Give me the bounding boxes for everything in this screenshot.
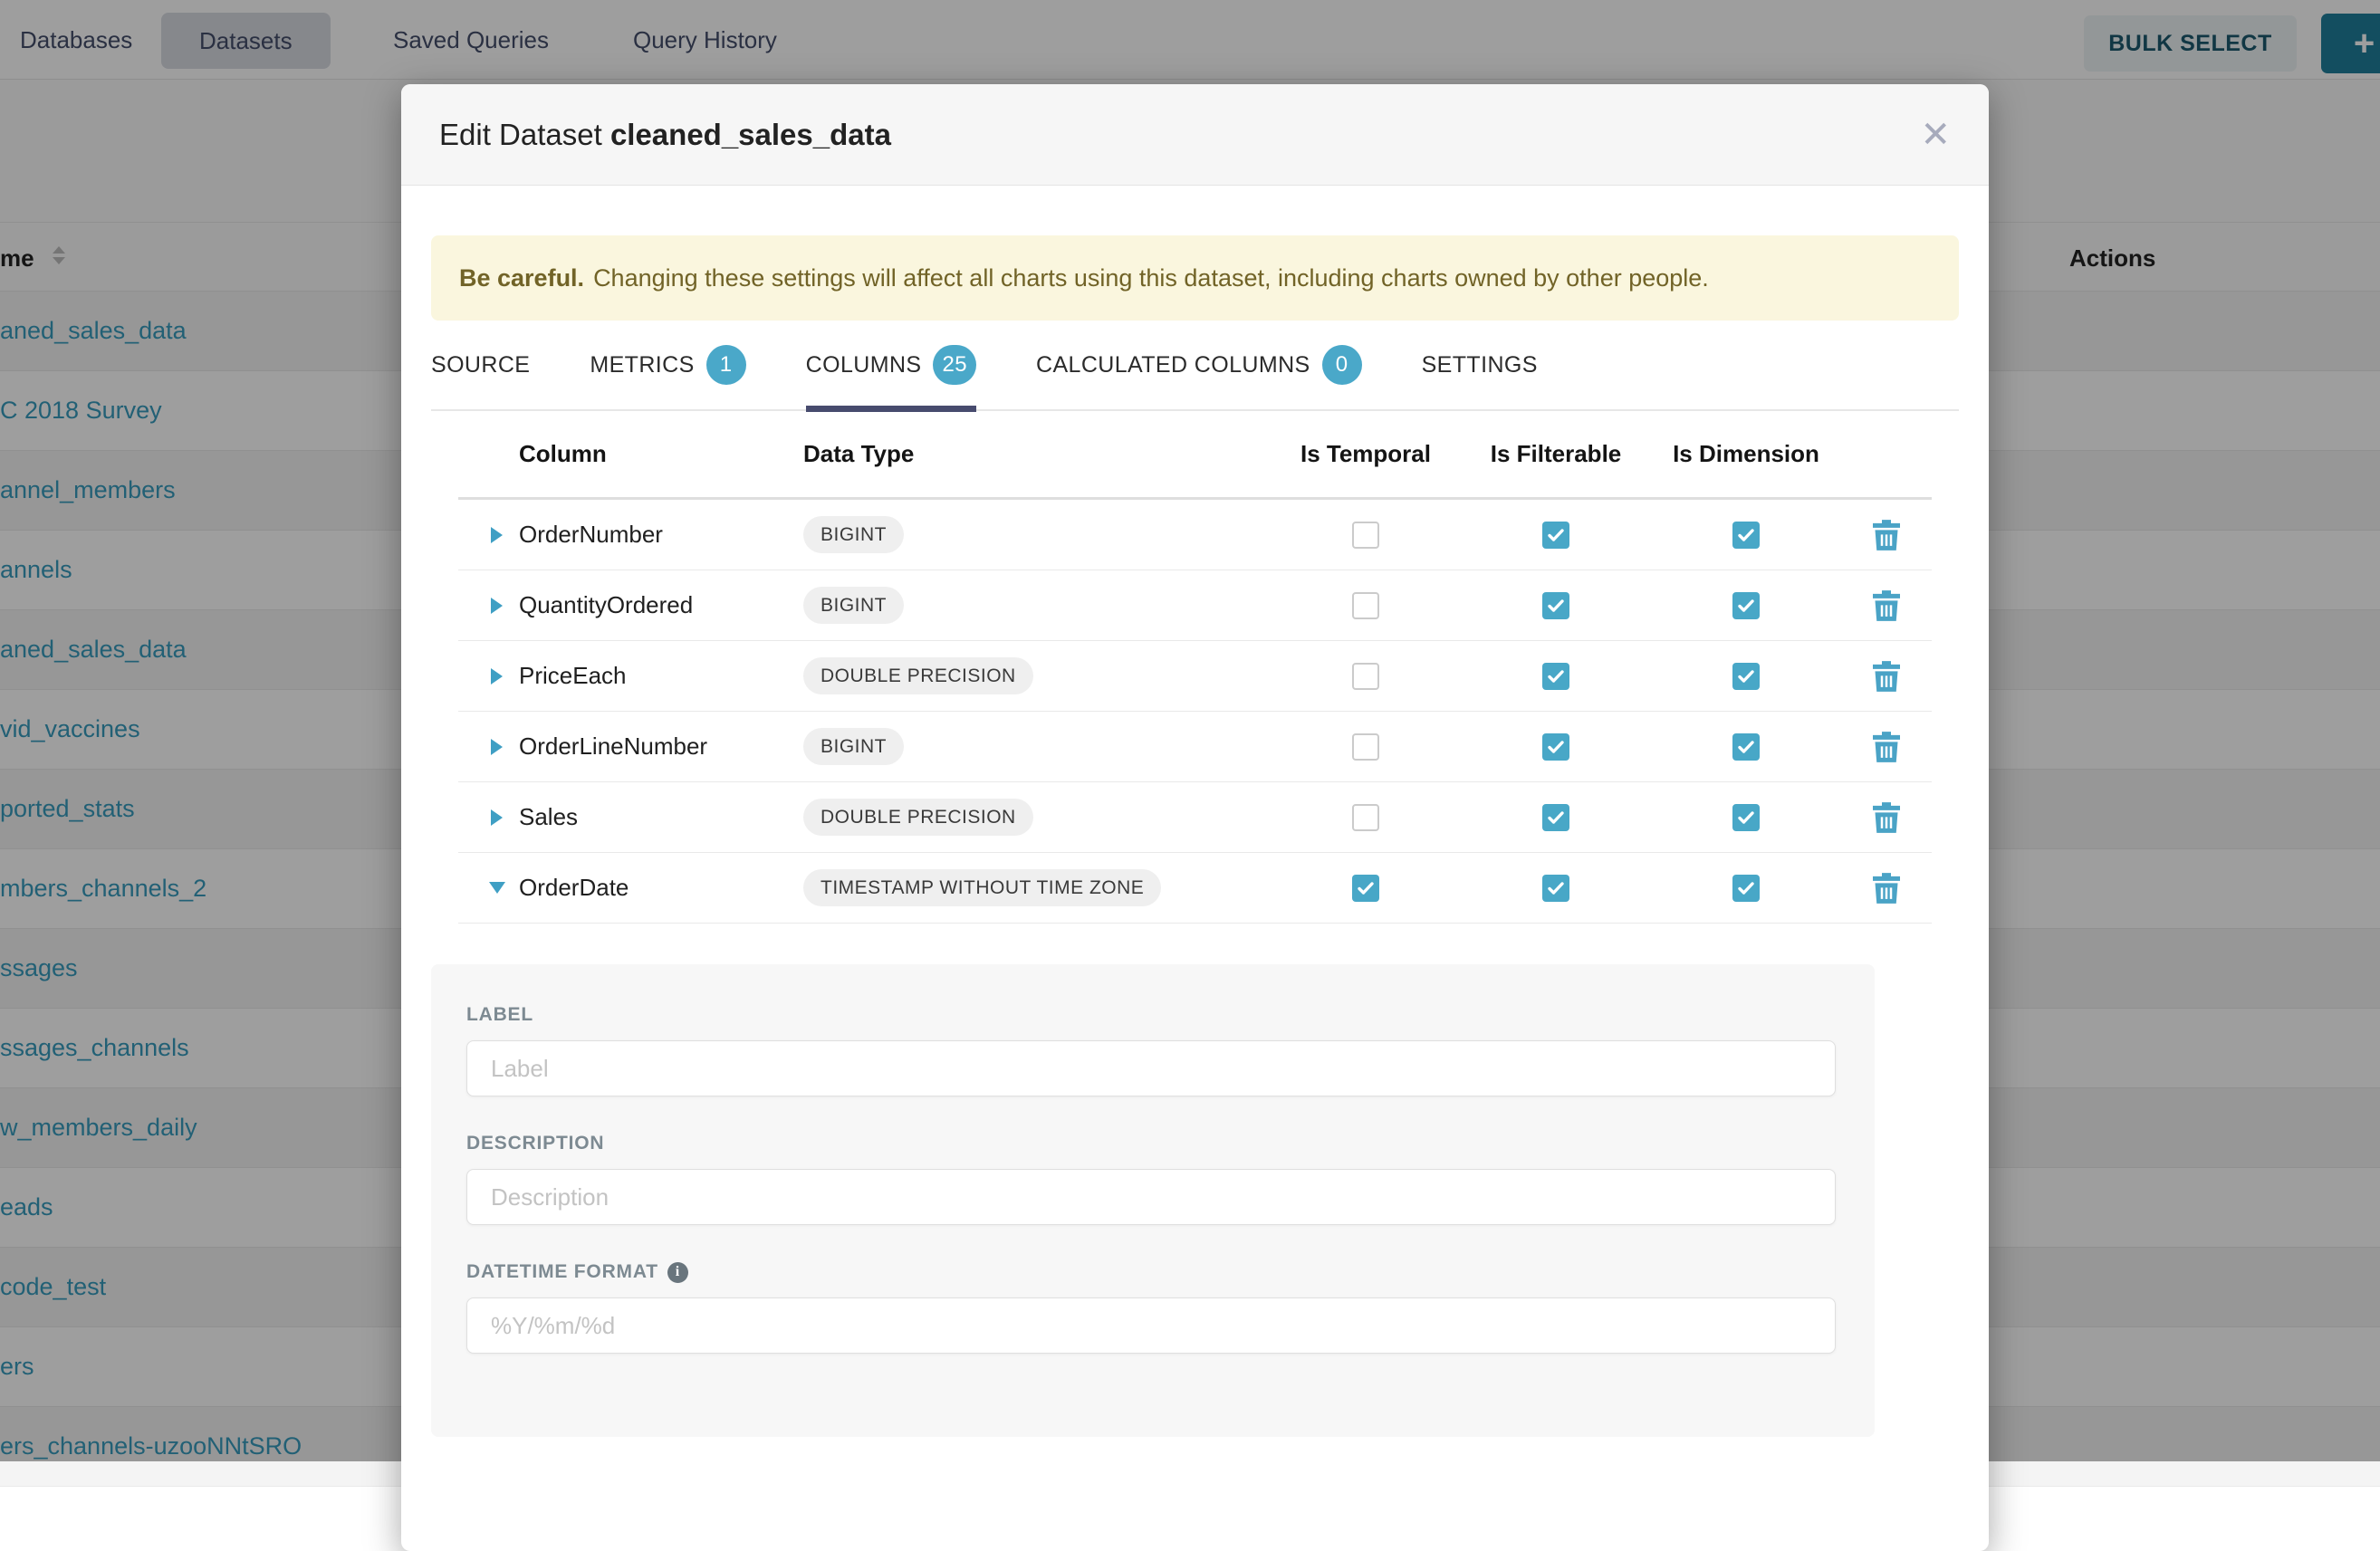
trash-icon: [1873, 802, 1900, 833]
datetime-format-field-label: DATETIME FORMAT i: [466, 1261, 1837, 1283]
is-filterable-header: Is Filterable: [1461, 440, 1651, 468]
is-dimension-checkbox[interactable]: [1732, 663, 1760, 690]
column-name: Sales: [519, 803, 803, 831]
columns-table: Column Data Type Is Temporal Is Filterab…: [458, 411, 1932, 924]
column-name: OrderLineNumber: [519, 732, 803, 761]
column-header: Column: [519, 440, 803, 468]
close-icon[interactable]: ✕: [1920, 117, 1951, 153]
is-filterable-checkbox[interactable]: [1542, 522, 1569, 549]
is-dimension-checkbox[interactable]: [1732, 522, 1760, 549]
is-filterable-checkbox[interactable]: [1542, 592, 1569, 619]
tab-label: SETTINGS: [1422, 352, 1538, 378]
expand-caret-icon[interactable]: [491, 668, 503, 685]
label-input[interactable]: [466, 1040, 1836, 1096]
delete-column-button[interactable]: [1841, 873, 1932, 904]
tab-label: COLUMNS: [806, 352, 922, 378]
is-temporal-checkbox[interactable]: [1352, 804, 1379, 831]
column-row-Sales: SalesDOUBLE PRECISION: [458, 782, 1932, 853]
description-field-label: DESCRIPTION: [466, 1133, 1837, 1154]
delete-column-button[interactable]: [1841, 661, 1932, 692]
trash-icon: [1873, 732, 1900, 762]
data-type-chip: DOUBLE PRECISION: [803, 657, 1033, 694]
tab-source[interactable]: SOURCE: [431, 320, 530, 410]
trash-icon: [1873, 873, 1900, 904]
expand-caret-icon[interactable]: [491, 598, 503, 614]
trash-icon: [1873, 590, 1900, 621]
column-row-PriceEach: PriceEachDOUBLE PRECISION: [458, 641, 1932, 712]
tab-count-badge: 25: [933, 345, 976, 385]
modal-title-dataset-name: cleaned_sales_data: [610, 118, 891, 151]
column-row-QuantityOrdered: QuantityOrderedBIGINT: [458, 570, 1932, 641]
column-name: QuantityOrdered: [519, 591, 803, 619]
column-row-OrderLineNumber: OrderLineNumberBIGINT: [458, 712, 1932, 782]
modal-header: Edit Dataset cleaned_sales_data ✕: [401, 84, 1989, 186]
is-filterable-checkbox[interactable]: [1542, 804, 1569, 831]
warning-banner: Be careful. Changing these settings will…: [431, 235, 1959, 321]
is-temporal-checkbox[interactable]: [1352, 592, 1379, 619]
delete-column-button[interactable]: [1841, 520, 1932, 551]
tab-columns[interactable]: COLUMNS 25: [806, 320, 976, 410]
data-type-chip: DOUBLE PRECISION: [803, 799, 1033, 836]
trash-icon: [1873, 520, 1900, 551]
expand-caret-icon[interactable]: [491, 527, 503, 543]
tab-settings[interactable]: SETTINGS: [1422, 320, 1538, 410]
columns-table-header: Column Data Type Is Temporal Is Filterab…: [458, 411, 1932, 500]
is-temporal-checkbox[interactable]: [1352, 733, 1379, 761]
modal-tabs: SOURCE METRICS 1 COLUMNS 25 CALCULATED COLUMN…: [431, 321, 1959, 411]
is-dimension-checkbox[interactable]: [1732, 804, 1760, 831]
is-filterable-checkbox[interactable]: [1542, 663, 1569, 690]
data-type-chip: TIMESTAMP WITHOUT TIME ZONE: [803, 869, 1161, 906]
is-dimension-checkbox[interactable]: [1732, 592, 1760, 619]
data-type-chip: BIGINT: [803, 587, 904, 624]
is-temporal-checkbox[interactable]: [1352, 875, 1379, 902]
modal-title-prefix: Edit Dataset: [439, 118, 602, 151]
description-input[interactable]: [466, 1169, 1836, 1225]
collapse-caret-icon[interactable]: [489, 882, 505, 894]
info-icon[interactable]: i: [667, 1262, 688, 1283]
columns-table-body: OrderNumberBIGINTQuantityOrderedBIGINTPr…: [458, 500, 1932, 924]
column-row-OrderDate: OrderDateTIMESTAMP WITHOUT TIME ZONE: [458, 853, 1932, 924]
tab-label: CALCULATED COLUMNS: [1036, 352, 1310, 378]
delete-column-button[interactable]: [1841, 590, 1932, 621]
warning-bold-text: Be careful.: [459, 264, 584, 292]
column-name: OrderDate: [519, 874, 803, 902]
expand-caret-icon[interactable]: [491, 809, 503, 826]
is-temporal-checkbox[interactable]: [1352, 663, 1379, 690]
tab-metrics[interactable]: METRICS 1: [590, 320, 745, 410]
tab-count-badge: 0: [1322, 345, 1362, 385]
is-temporal-header: Is Temporal: [1271, 440, 1461, 468]
tab-calculated-columns[interactable]: CALCULATED COLUMNS 0: [1036, 320, 1362, 410]
delete-column-button[interactable]: [1841, 732, 1932, 762]
data-type-chip: BIGINT: [803, 516, 904, 553]
expand-caret-icon[interactable]: [491, 739, 503, 755]
warning-text: Changing these settings will affect all …: [593, 264, 1709, 292]
data-type-header: Data Type: [803, 440, 1271, 468]
column-detail-panel: LABEL DESCRIPTION DATETIME FORMAT i: [431, 964, 1875, 1437]
delete-column-button[interactable]: [1841, 802, 1932, 833]
label-field-label: LABEL: [466, 1004, 1837, 1026]
tab-label: METRICS: [590, 352, 694, 378]
column-row-OrderNumber: OrderNumberBIGINT: [458, 500, 1932, 570]
edit-dataset-modal: Edit Dataset cleaned_sales_data ✕ Be car…: [401, 84, 1989, 1551]
column-name: PriceEach: [519, 662, 803, 690]
data-type-chip: BIGINT: [803, 728, 904, 765]
modal-title: Edit Dataset cleaned_sales_data: [439, 118, 891, 152]
is-filterable-checkbox[interactable]: [1542, 875, 1569, 902]
tab-count-badge: 1: [706, 345, 746, 385]
datetime-format-input[interactable]: [466, 1297, 1836, 1354]
is-dimension-header: Is Dimension: [1651, 440, 1841, 468]
tab-label: SOURCE: [431, 352, 530, 378]
column-name: OrderNumber: [519, 521, 803, 549]
trash-icon: [1873, 661, 1900, 692]
is-temporal-checkbox[interactable]: [1352, 522, 1379, 549]
is-filterable-checkbox[interactable]: [1542, 733, 1569, 761]
is-dimension-checkbox[interactable]: [1732, 733, 1760, 761]
is-dimension-checkbox[interactable]: [1732, 875, 1760, 902]
